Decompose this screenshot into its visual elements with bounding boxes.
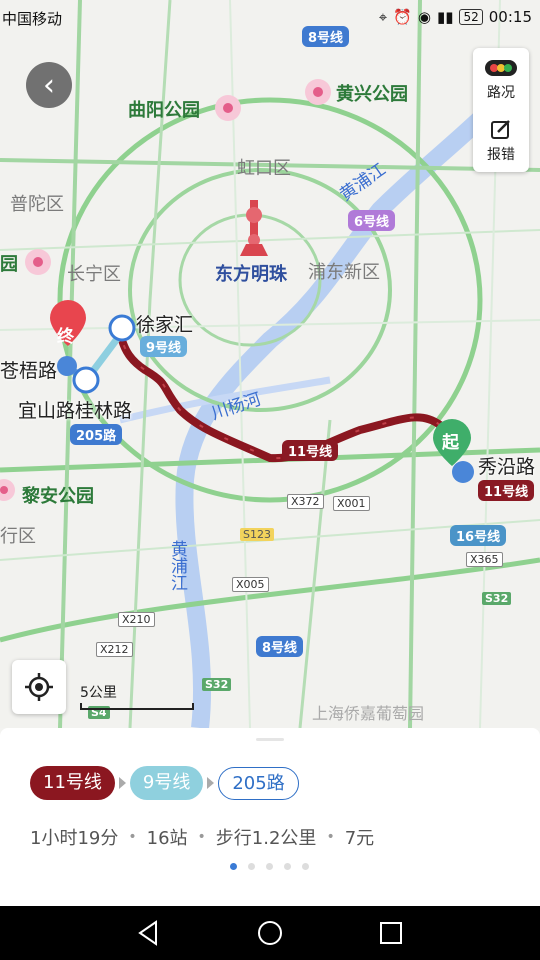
stop-count: 16站 [146, 828, 188, 849]
district-label: 浦东新区 [308, 262, 380, 283]
station-label: 宜山路桂林路 [18, 400, 133, 422]
park-icon [305, 79, 331, 105]
drag-handle[interactable] [256, 738, 284, 741]
line-tag: 11号线 [478, 480, 535, 501]
park-label: 曲阳公园 [128, 100, 200, 121]
page-dot [230, 863, 237, 870]
nav-back-button[interactable] [134, 918, 164, 948]
scale-bar [80, 703, 194, 710]
battery-icon: 52 [459, 9, 483, 25]
road-tag: S123 [240, 528, 274, 541]
map-scale: 5公里 [80, 682, 194, 710]
page-dot [302, 863, 309, 870]
transfer-icon [72, 366, 100, 394]
map-roads [0, 0, 540, 728]
signal-icon: ▮▮ [436, 8, 454, 26]
route-summary: 1小时19分 • 16站 • 步行1.2公里 • 7元 [30, 824, 374, 850]
route-sheet[interactable]: 11号线 9号线 205路 1小时19分 • 16站 • 步行1.2公里 • 7… [0, 728, 540, 906]
segment-pill: 9号线 [129, 766, 204, 800]
route-segments: 11号线 9号线 205路 [30, 766, 299, 800]
traffic-icon [485, 60, 517, 76]
line-tag: 6号线 [348, 210, 396, 231]
station-label: 苍梧路 [0, 360, 58, 382]
road-tag: X212 [96, 642, 133, 657]
map-view[interactable]: 虹口区 普陀区 长宁区 浦东新区 行区 曲阳公园 黄兴公园 园 黎安公园 东方明… [0, 0, 540, 728]
park-label: 黄兴公园 [336, 84, 408, 105]
park-icon [215, 95, 241, 121]
walk-distance: 步行1.2公里 [215, 828, 317, 849]
edit-icon [491, 120, 510, 139]
traffic-label: 路况 [487, 85, 515, 101]
station-label: 秀沿路 [478, 456, 536, 478]
carrier-label: 中国移动 [2, 10, 63, 28]
page-indicator [230, 863, 309, 870]
park-label: 园 [0, 254, 18, 275]
line-tag: 8号线 [256, 636, 304, 657]
road-tag: S32 [482, 592, 512, 605]
chevron-left-icon: ‹ [43, 67, 55, 103]
road-tag: X005 [232, 577, 269, 592]
end-marker-label: 终 [57, 327, 74, 347]
road-tag: X001 [333, 496, 370, 511]
district-label: 长宁区 [67, 264, 121, 285]
system-nav-bar [0, 906, 540, 960]
road-tag: X365 [466, 552, 503, 567]
back-button[interactable]: ‹ [26, 62, 72, 108]
nav-home-button[interactable] [255, 918, 285, 948]
segment-pill: 11号线 [30, 766, 115, 800]
arrow-right-icon [207, 777, 215, 789]
district-label: 行区 [0, 526, 36, 547]
scale-label: 5公里 [80, 685, 117, 701]
road-tag: S32 [202, 678, 232, 691]
start-marker-label: 起 [442, 433, 459, 453]
route-path [118, 336, 444, 463]
page-dot [248, 863, 255, 870]
page-dot [266, 863, 273, 870]
arrow-right-icon [118, 777, 126, 789]
separator: • [326, 829, 335, 845]
line-tag: 205路 [70, 424, 123, 445]
time-label: 00:15 [488, 8, 532, 26]
landmark-label: 东方明珠 [215, 264, 287, 285]
locate-button[interactable] [12, 660, 66, 714]
location-icon: ⌖ [378, 8, 388, 26]
road-tag: X210 [118, 612, 155, 627]
eye-icon: ◉ [417, 8, 431, 26]
report-label: 报错 [487, 147, 515, 163]
report-button[interactable]: 报错 [473, 118, 529, 164]
park-label: 黎安公园 [22, 486, 94, 507]
transfer-icon [108, 314, 136, 342]
locate-icon [25, 673, 53, 701]
park-icon [0, 479, 15, 501]
tower-icon [240, 200, 268, 256]
nav-recents-button[interactable] [376, 918, 406, 948]
segment-pill: 205路 [218, 766, 299, 800]
line-tag: 11号线 [282, 440, 339, 461]
duration: 1小时19分 [30, 828, 119, 849]
traffic-button[interactable]: 路况 [473, 58, 529, 102]
fare: 7元 [344, 828, 375, 849]
district-label: 虹口区 [237, 158, 291, 179]
map-poi-label: 上海侨嘉葡萄园 [312, 704, 425, 723]
district-label: 普陀区 [10, 194, 64, 215]
river-label: 黄浦江 [167, 540, 187, 591]
map-tools-panel: 路况 报错 [473, 48, 529, 172]
line-tag: 16号线 [450, 525, 507, 546]
road-tag: X372 [287, 494, 324, 509]
status-bar: 中国移动 ⌖ ⏰ ◉ ▮▮ 52 00:15 [0, 0, 540, 36]
separator: • [128, 829, 137, 845]
station-label: 徐家汇 [136, 314, 194, 336]
alarm-icon: ⏰ [393, 8, 412, 26]
park-icon [25, 249, 51, 275]
line-tag: 9号线 [140, 336, 188, 357]
page-dot [284, 863, 291, 870]
separator: • [197, 829, 206, 845]
